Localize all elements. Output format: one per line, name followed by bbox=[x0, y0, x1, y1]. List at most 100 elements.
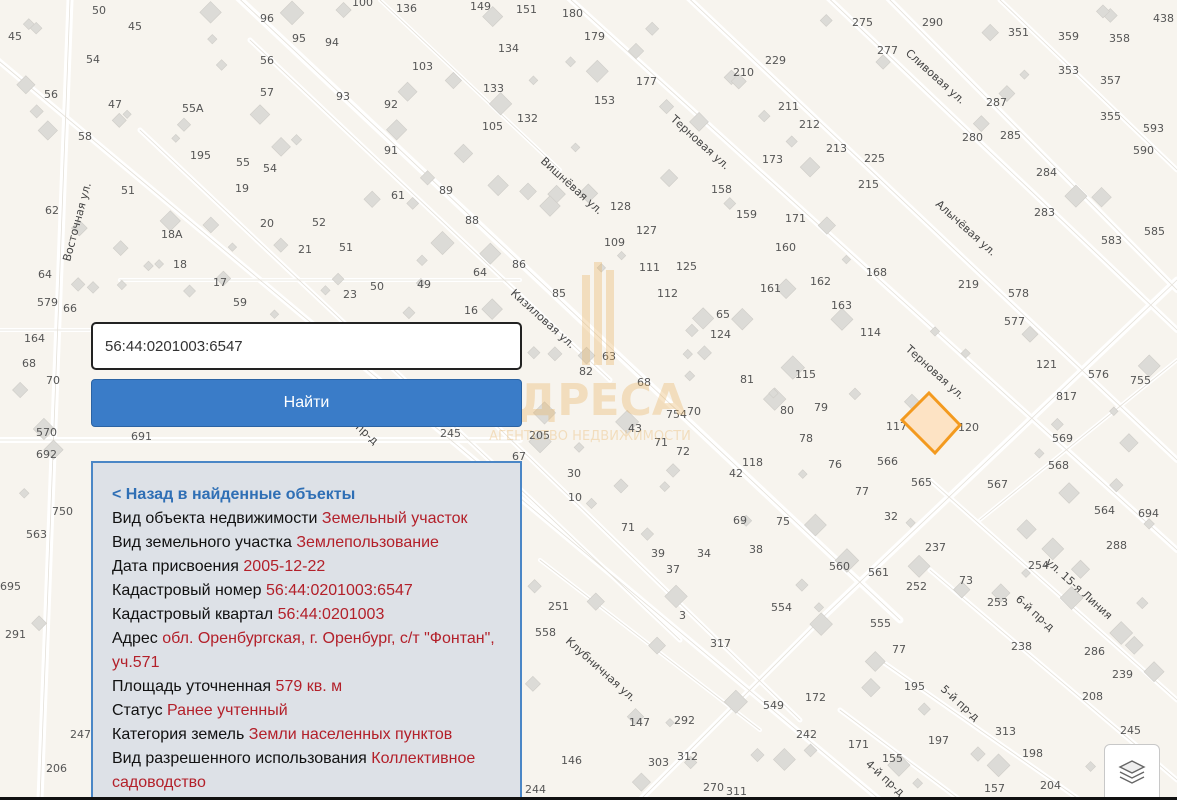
info-row: Категория земель Земли населенных пункто… bbox=[112, 723, 520, 747]
parcel-number: 280 bbox=[962, 131, 983, 144]
parcel-number: 52 bbox=[312, 216, 326, 229]
parcel-number: 219 bbox=[958, 278, 979, 291]
cadastral-search-input[interactable] bbox=[91, 322, 522, 370]
parcel-number: 19 bbox=[235, 182, 249, 195]
back-to-results-link[interactable]: < Назад в найденные объекты bbox=[112, 483, 520, 507]
parcel-number: 590 bbox=[1133, 144, 1154, 157]
parcel-number: 70 bbox=[687, 405, 701, 418]
parcel-number: 172 bbox=[805, 691, 826, 704]
info-label: Адрес bbox=[112, 630, 158, 647]
parcel-number: 62 bbox=[45, 204, 59, 217]
parcel-number: 54 bbox=[86, 53, 100, 66]
parcel-number: 210 bbox=[733, 66, 754, 79]
parcel-number: 34 bbox=[697, 547, 711, 560]
parcel-number: 51 bbox=[339, 241, 353, 254]
parcel-number: 355 bbox=[1100, 110, 1121, 123]
info-label: Вид объекта недвижимости bbox=[112, 510, 318, 527]
parcel-number: 558 bbox=[535, 626, 556, 639]
parcel-number: 120 bbox=[958, 421, 979, 434]
parcel-number: 147 bbox=[629, 716, 650, 729]
parcel-number: 100 bbox=[352, 0, 373, 9]
parcel-number: 215 bbox=[858, 178, 879, 191]
parcel-number: 288 bbox=[1106, 539, 1127, 552]
parcel-number: 20 bbox=[260, 217, 274, 230]
info-label: Дата присвоения bbox=[112, 558, 239, 575]
parcel-number: 353 bbox=[1058, 64, 1079, 77]
find-button[interactable]: Найти bbox=[91, 379, 522, 427]
parcel-number: 16 bbox=[464, 304, 478, 317]
parcel-number: 95 bbox=[292, 32, 306, 45]
layers-button[interactable] bbox=[1104, 744, 1160, 800]
info-row: Адрес обл. Оренбургская, г. Оренбург, с/… bbox=[112, 627, 520, 675]
parcel-number: 212 bbox=[799, 118, 820, 131]
parcel-number: 94 bbox=[325, 36, 339, 49]
parcel-number: 51 bbox=[121, 184, 135, 197]
parcel-number: 73 bbox=[959, 574, 973, 587]
parcel-number: 229 bbox=[765, 54, 786, 67]
parcel-number: 37 bbox=[666, 563, 680, 576]
parcel-number: 568 bbox=[1048, 459, 1069, 472]
parcel-number: 18А bbox=[161, 228, 183, 241]
layers-icon bbox=[1118, 760, 1146, 784]
parcel-number: 30 bbox=[567, 467, 581, 480]
parcel-number: 157 bbox=[984, 782, 1005, 795]
parcel-number: 79 bbox=[814, 401, 828, 414]
parcel-number: 576 bbox=[1088, 368, 1109, 381]
parcel-number: 303 bbox=[648, 756, 669, 769]
parcel-number: 10 bbox=[568, 491, 582, 504]
parcel-number: 125 bbox=[676, 260, 697, 273]
parcel-number: 564 bbox=[1094, 504, 1115, 517]
parcel-number: 246 bbox=[0, 0, 21, 3]
parcel-number: 81 bbox=[740, 373, 754, 386]
parcel-number: 555 bbox=[870, 617, 891, 630]
parcel-number: 64 bbox=[38, 268, 52, 281]
parcel-number: 569 bbox=[1052, 432, 1073, 445]
parcel-number: 565 bbox=[911, 476, 932, 489]
parcel-number: 554 bbox=[771, 601, 792, 614]
parcel-number: 253 bbox=[987, 596, 1008, 609]
parcel-number: 239 bbox=[1112, 668, 1133, 681]
parcel-number: 96 bbox=[260, 12, 274, 25]
parcel-number: 438 bbox=[1153, 12, 1174, 25]
parcel-number: 127 bbox=[636, 224, 657, 237]
parcel-number: 93 bbox=[336, 90, 350, 103]
parcel-number: 128 bbox=[610, 200, 631, 213]
info-label: Площадь уточненная bbox=[112, 678, 272, 695]
parcel-number: 358 bbox=[1109, 32, 1130, 45]
parcel-number: 75 bbox=[776, 515, 790, 528]
parcel-number: 750 bbox=[52, 505, 73, 518]
parcel-number: 204 bbox=[1040, 779, 1061, 792]
parcel-number: 78 bbox=[799, 432, 813, 445]
parcel-number: 578 bbox=[1008, 287, 1029, 300]
parcel-number: 115 bbox=[795, 368, 816, 381]
parcel-number: 118 bbox=[742, 456, 763, 469]
parcel-number: 577 bbox=[1004, 315, 1025, 328]
parcel-number: 206 bbox=[46, 762, 67, 775]
parcel-number: 163 bbox=[831, 299, 852, 312]
parcel-number: 114 bbox=[860, 326, 881, 339]
parcel-number: 817 bbox=[1056, 390, 1077, 403]
parcel-number: 312 bbox=[677, 750, 698, 763]
parcel-number: 89 bbox=[439, 184, 453, 197]
parcel-number: 579 bbox=[37, 296, 58, 309]
parcel-number: 284 bbox=[1036, 166, 1057, 179]
parcel-number: 64 bbox=[473, 266, 487, 279]
info-label: Статус bbox=[112, 702, 163, 719]
parcel-number: 244 bbox=[525, 783, 546, 796]
parcel-number: 566 bbox=[877, 455, 898, 468]
parcel-number: 56 bbox=[260, 54, 274, 67]
info-row: Вид земельного участка Землепользование bbox=[112, 531, 520, 555]
parcel-number: 85 bbox=[552, 287, 566, 300]
info-value: Ранее учтенный bbox=[167, 702, 288, 719]
parcel-number: 198 bbox=[1022, 747, 1043, 760]
info-value: 56:44:0201003 bbox=[277, 606, 385, 623]
info-label: Вид разрешенного использования bbox=[112, 750, 367, 767]
info-value: 2005-12-22 bbox=[243, 558, 326, 575]
info-value: Землепользование bbox=[296, 534, 439, 551]
parcel-number: 695 bbox=[0, 580, 21, 593]
parcel-number: 593 bbox=[1143, 122, 1164, 135]
parcel-number: 171 bbox=[785, 212, 806, 225]
parcel-number: 71 bbox=[621, 521, 635, 534]
parcel-number: 50 bbox=[370, 280, 384, 293]
parcel-number: 195 bbox=[190, 149, 211, 162]
